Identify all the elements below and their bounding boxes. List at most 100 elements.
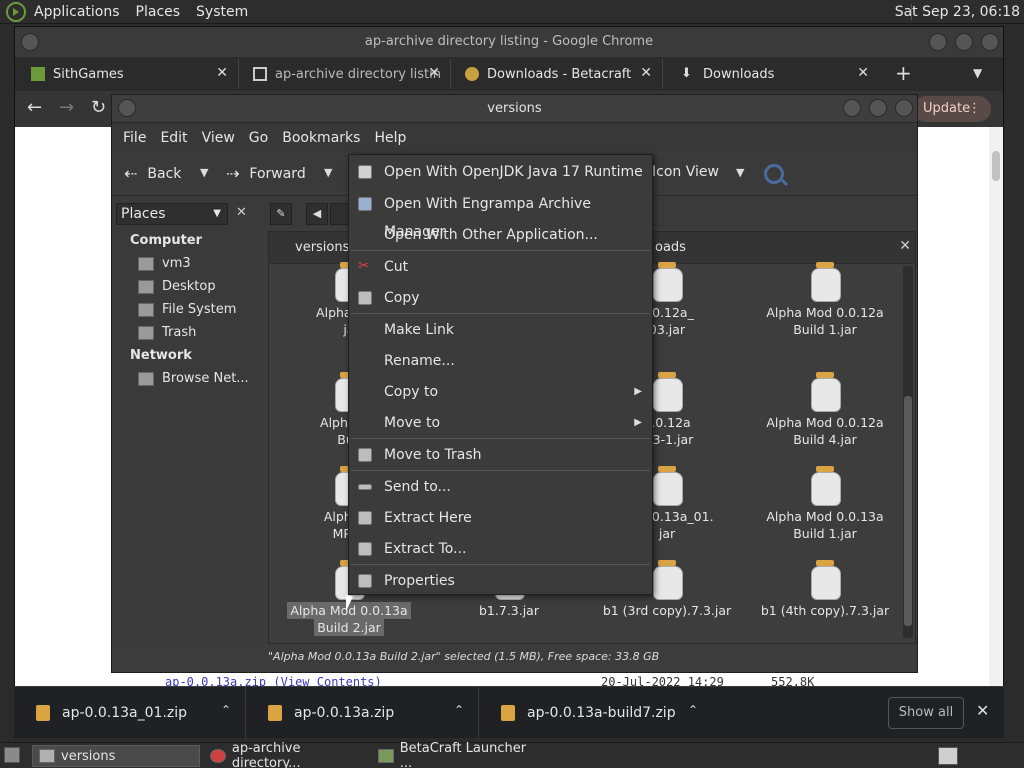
tab-close-icon[interactable]: ✕ (857, 65, 869, 81)
jar-file-icon (809, 560, 841, 600)
download-item[interactable]: ap-0.0.13a.zip ⌃ (248, 687, 479, 739)
chevron-up-icon[interactable]: ⌃ (688, 703, 698, 717)
menu-item-rename[interactable]: Rename... (349, 347, 652, 375)
menu-item-copy[interactable]: Copy (349, 284, 652, 312)
jar-file-icon (651, 560, 683, 600)
menu-separator (351, 438, 650, 439)
tab-ap-archive[interactable]: ap-archive directory listin ✕ (243, 59, 451, 89)
tab-downloads-betacraft[interactable]: Downloads - Betacraft ✕ (455, 59, 663, 89)
maximize-icon[interactable] (955, 33, 973, 51)
close-sidebar-icon[interactable]: ✕ (236, 205, 247, 220)
workspace-switcher-icon[interactable] (938, 747, 958, 765)
download-filename: ap-0.0.13a_01.zip (62, 705, 188, 721)
back-arrow-icon[interactable]: ← (27, 97, 42, 118)
menu-item-open-with-engrampa[interactable]: Open With Engrampa Archive Manager (349, 190, 652, 240)
window-menu-icon[interactable] (118, 99, 136, 117)
forward-arrow-icon[interactable]: → (59, 97, 74, 118)
view-mode-select[interactable]: Icon View (652, 164, 719, 180)
menu-item-copy-to[interactable]: Copy to ▶ (349, 378, 652, 406)
close-window-icon[interactable] (895, 99, 913, 117)
back-button[interactable]: ⇠ Back (124, 164, 181, 183)
sidebar-mode-select[interactable]: Places ▼ (116, 203, 228, 225)
window-menu-icon[interactable] (21, 33, 39, 51)
menu-bookmarks[interactable]: Bookmarks (275, 130, 367, 146)
close-shelf-icon[interactable]: ✕ (976, 701, 989, 720)
menu-applications[interactable]: Applications (26, 4, 128, 20)
minimize-icon[interactable] (929, 33, 947, 51)
tab-sithgames[interactable]: SithGames ✕ (21, 59, 239, 89)
show-all-button[interactable]: Show all (888, 697, 964, 729)
chevron-up-icon[interactable]: ⌃ (454, 703, 464, 717)
archive-building-icon (253, 67, 267, 81)
menu-edit[interactable]: Edit (153, 130, 194, 146)
tab-close-icon[interactable]: ✕ (216, 65, 228, 81)
forward-button[interactable]: ⇢ Forward (226, 164, 306, 183)
reload-icon[interactable]: ↻ (91, 97, 106, 118)
menu-item-open-with-other[interactable]: Open With Other Application... (349, 221, 652, 249)
menu-file[interactable]: File (116, 130, 153, 146)
task-betacraft[interactable]: BetaCraft Launcher ... (372, 741, 540, 768)
zip-file-icon (36, 705, 50, 721)
view-mode-chevron-icon[interactable]: ▼ (736, 166, 744, 179)
clock[interactable]: Sat Sep 23, 06:18 (895, 4, 1020, 20)
path-tab-downloads[interactable]: oads (655, 240, 686, 255)
menu-item-extract-here[interactable]: Extract Here (349, 504, 652, 532)
file-view-scrollbar[interactable] (903, 266, 913, 638)
menu-item-move-to-trash[interactable]: Move to Trash (349, 441, 652, 469)
tab-close-icon[interactable]: ✕ (428, 65, 440, 81)
update-button[interactable]: Update ⋮ (913, 96, 991, 122)
chrome-titlebar[interactable]: ap-archive directory listing - Google Ch… (15, 27, 1003, 57)
menu-item-label: Send to... (384, 479, 451, 495)
minimize-icon[interactable] (843, 99, 861, 117)
menu-system[interactable]: System (188, 4, 256, 20)
sidebar-item-browse-network[interactable]: Browse Net... (138, 371, 249, 386)
close-window-icon[interactable] (981, 33, 999, 51)
task-versions[interactable]: versions (32, 745, 200, 767)
tab-downloads[interactable]: ⬇ Downloads ✕ (671, 59, 879, 89)
mate-logo-icon[interactable] (6, 1, 26, 22)
file-item[interactable]: b1 (4th copy).7.3.jar (755, 560, 895, 619)
file-view-scrollbar-thumb[interactable] (904, 396, 912, 626)
maximize-icon[interactable] (869, 99, 887, 117)
menu-help[interactable]: Help (367, 130, 413, 146)
page-scrollbar[interactable] (989, 127, 1003, 687)
sidebar-item-trash[interactable]: Trash (138, 325, 196, 340)
path-tab-versions[interactable]: versions (295, 240, 349, 255)
download-item[interactable]: ap-0.0.13a_01.zip ⌃ (14, 687, 246, 739)
menu-separator (351, 564, 650, 565)
sidebar-item-label: Desktop (162, 279, 216, 294)
back-history-chevron-icon[interactable]: ▼ (200, 166, 208, 179)
menu-places[interactable]: Places (128, 4, 189, 20)
menu-item-move-to[interactable]: Move to ▶ (349, 409, 652, 437)
menu-view[interactable]: View (195, 130, 242, 146)
menu-item-send-to[interactable]: Send to... (349, 473, 652, 501)
menu-item-properties[interactable]: Properties (349, 567, 652, 595)
tab-search-chevron-icon[interactable]: ▼ (973, 66, 982, 80)
path-left-arrow-icon[interactable]: ◀ (306, 203, 328, 225)
menu-item-cut[interactable]: ✂ Cut (349, 253, 652, 281)
chevron-up-icon[interactable]: ⌃ (221, 703, 231, 717)
file-manager-titlebar[interactable]: versions (112, 95, 917, 123)
edit-location-icon[interactable]: ✎ (270, 203, 292, 225)
page-scrollbar-thumb[interactable] (992, 151, 1000, 181)
forward-history-chevron-icon[interactable]: ▼ (324, 166, 332, 179)
menu-go[interactable]: Go (242, 130, 275, 146)
sidebar-item-vm3[interactable]: vm3 (138, 256, 191, 271)
menu-item-make-link[interactable]: Make Link (349, 316, 652, 344)
file-item[interactable]: Alpha Mod 0.0.13a Build 1.jar (755, 466, 895, 542)
task-chrome[interactable]: ap-archive directory... (204, 741, 372, 768)
search-icon[interactable] (764, 164, 784, 184)
close-pane-icon[interactable]: ✕ (899, 238, 911, 254)
file-item[interactable]: Alpha Mod 0.0.12a Build 1.jar (755, 262, 895, 338)
tab-close-icon[interactable]: ✕ (640, 65, 652, 81)
betacraft-icon (378, 749, 394, 763)
show-desktop-icon[interactable] (4, 747, 20, 763)
download-item[interactable]: ap-0.0.13a-build7.zip ⌃ (481, 687, 712, 739)
sidebar-item-file-system[interactable]: File System (138, 302, 236, 317)
sidebar-item-desktop[interactable]: Desktop (138, 279, 216, 294)
new-tab-icon[interactable]: + (895, 61, 912, 85)
file-item[interactable]: Alpha Mod 0.0.12a Build 4.jar (755, 372, 895, 448)
menu-item-label: Move to (384, 415, 441, 431)
menu-item-extract-to[interactable]: Extract To... (349, 535, 652, 563)
menu-item-open-with-java[interactable]: Open With OpenJDK Java 17 Runtime (349, 158, 652, 186)
